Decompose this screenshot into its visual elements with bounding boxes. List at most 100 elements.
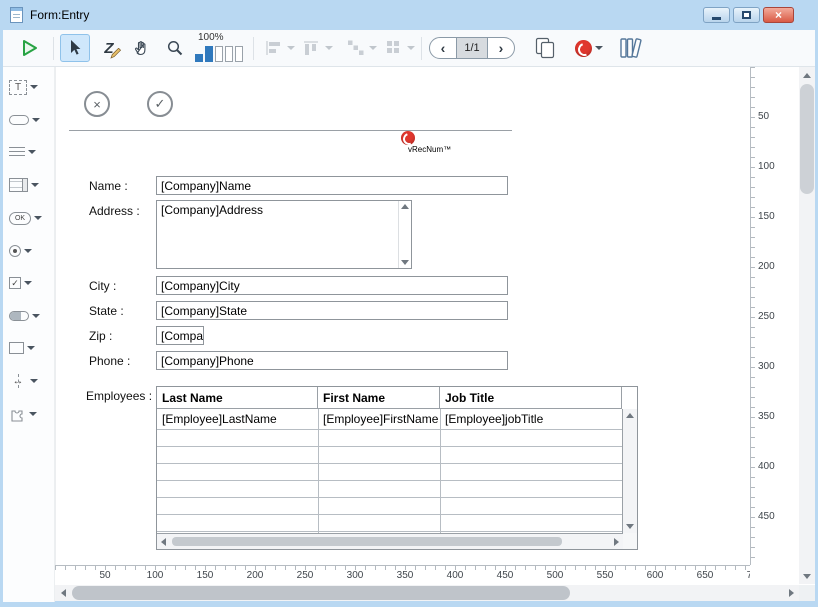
city-input[interactable]: [Company]City	[156, 276, 508, 295]
next-page-button[interactable]: ›	[488, 38, 514, 58]
ruler-tick-label: 400	[447, 570, 464, 582]
state-input[interactable]: [Company]State	[156, 301, 508, 320]
scrollbar-thumb[interactable]	[800, 84, 814, 194]
table-row	[157, 447, 622, 464]
scroll-up-button[interactable]	[799, 67, 815, 83]
caret-down-icon[interactable]	[325, 46, 333, 50]
zoom-step-icon[interactable]	[205, 46, 213, 62]
phone-input[interactable]: [Company]Phone	[156, 351, 508, 370]
cancel-button-object[interactable]: ×	[84, 91, 110, 117]
page-indicator: 1/1	[456, 38, 488, 58]
caret-down-icon[interactable]	[34, 216, 42, 220]
distribute-button[interactable]	[343, 34, 379, 62]
separator-line-object[interactable]	[69, 130, 512, 131]
ruler-tick-label: 250	[297, 570, 314, 582]
align-left-button[interactable]	[261, 34, 297, 62]
window-vertical-scrollbar[interactable]	[799, 67, 815, 584]
scroll-down-button[interactable]	[799, 568, 815, 584]
tool-splitter[interactable]: ↔	[9, 368, 53, 394]
zoom-step-icon[interactable]	[195, 54, 203, 62]
4d-logo-icon	[575, 40, 592, 57]
caret-down-icon[interactable]	[595, 46, 603, 50]
toolbar-separator	[421, 37, 422, 60]
window-controls: ×	[703, 7, 794, 23]
caret-down-icon[interactable]	[32, 118, 40, 122]
ruler-tick-label: 50	[758, 111, 769, 123]
vertical-ruler: 50100150200250300350400450	[750, 67, 799, 565]
ruler-tick-label: 350	[397, 570, 414, 582]
hand-icon	[133, 39, 151, 57]
zoom-step-icon[interactable]	[225, 46, 233, 62]
tool-button[interactable]: OK	[9, 205, 53, 231]
city-label[interactable]: City :	[89, 279, 116, 293]
caret-down-icon[interactable]	[369, 46, 377, 50]
zip-input[interactable]: [Compa	[156, 326, 204, 345]
caret-down-icon[interactable]	[24, 281, 32, 285]
text-tool-icon: T	[9, 80, 27, 95]
zoom-step-icon[interactable]	[215, 46, 223, 62]
tool-label[interactable]	[9, 139, 53, 165]
accept-button-object[interactable]: ✓	[147, 91, 173, 117]
align-top-button[interactable]	[299, 34, 335, 62]
employees-listbox[interactable]: Last Name First Name Job Title [Employee…	[156, 386, 638, 550]
tool-checkbox[interactable]: ✓	[9, 270, 53, 296]
tool-rectangle[interactable]	[9, 335, 53, 361]
ruler-tick-label: 100	[147, 570, 164, 582]
tool-progress[interactable]	[9, 303, 53, 329]
minimize-button[interactable]	[703, 7, 730, 23]
4d-variable-icon[interactable]	[401, 131, 415, 145]
caret-down-icon[interactable]	[30, 379, 38, 383]
select-tool-button[interactable]	[60, 34, 90, 62]
zip-label[interactable]: Zip :	[89, 329, 112, 343]
tool-field[interactable]	[9, 107, 53, 133]
run-form-button[interactable]	[13, 34, 45, 62]
phone-label[interactable]: Phone :	[89, 354, 130, 368]
address-label[interactable]: Address :	[89, 204, 140, 218]
name-label[interactable]: Name :	[89, 179, 128, 193]
distribute-icon	[346, 39, 366, 57]
variable-label[interactable]: vRecNum™	[408, 145, 451, 154]
zoom-steps[interactable]	[195, 45, 251, 62]
entry-order-tool-button[interactable]: Z	[94, 34, 124, 62]
name-input[interactable]: [Company]Name	[156, 176, 508, 195]
form-pages-button[interactable]	[529, 34, 561, 62]
caret-down-icon[interactable]	[30, 85, 38, 89]
ruler-tick-label: 300	[758, 361, 775, 373]
previous-page-button[interactable]: ‹	[430, 38, 456, 58]
level-button[interactable]	[381, 34, 417, 62]
caret-down-icon[interactable]	[31, 183, 39, 187]
caret-down-icon[interactable]	[407, 46, 415, 50]
tool-listbox[interactable]	[9, 172, 53, 198]
caret-down-icon[interactable]	[24, 249, 32, 253]
caret-down-icon[interactable]	[28, 150, 36, 154]
titlebar[interactable]: Form:Entry ×	[0, 0, 818, 30]
address-textarea[interactable]: [Company]Address	[156, 200, 412, 269]
caret-down-icon[interactable]	[27, 346, 35, 350]
ruler-tick-label: 250	[758, 311, 775, 323]
close-button[interactable]: ×	[763, 7, 794, 23]
tool-plugin[interactable]	[9, 401, 53, 427]
caret-down-icon[interactable]	[32, 314, 40, 318]
hand-tool-button[interactable]	[127, 34, 157, 62]
caret-down-icon[interactable]	[29, 412, 37, 416]
4d-menu-button[interactable]	[571, 34, 607, 62]
scroll-left-button[interactable]	[55, 585, 71, 601]
library-button[interactable]	[615, 34, 647, 62]
scrollbar-thumb[interactable]	[72, 586, 570, 600]
ruler-tick-label: 700	[747, 570, 750, 582]
field-tool-icon	[9, 115, 29, 125]
ruler-tick-label: 600	[647, 570, 664, 582]
label-tool-icon	[9, 147, 25, 157]
window-horizontal-scrollbar[interactable]	[55, 585, 799, 601]
caret-down-icon[interactable]	[287, 46, 295, 50]
scroll-right-button[interactable]	[783, 585, 799, 601]
state-label[interactable]: State :	[89, 304, 124, 318]
zoom-step-icon[interactable]	[235, 46, 243, 62]
maximize-button[interactable]	[733, 7, 760, 23]
tool-text[interactable]: T	[9, 74, 53, 100]
form-design-canvas[interactable]: × ✓ vRecNum™ Name : [Company]Name Addres…	[55, 67, 750, 565]
tool-radio[interactable]	[9, 238, 53, 264]
zoom-level-widget[interactable]: 100%	[195, 32, 251, 62]
employees-label[interactable]: Employees :	[86, 389, 152, 403]
zoom-tool-button[interactable]	[160, 34, 190, 62]
